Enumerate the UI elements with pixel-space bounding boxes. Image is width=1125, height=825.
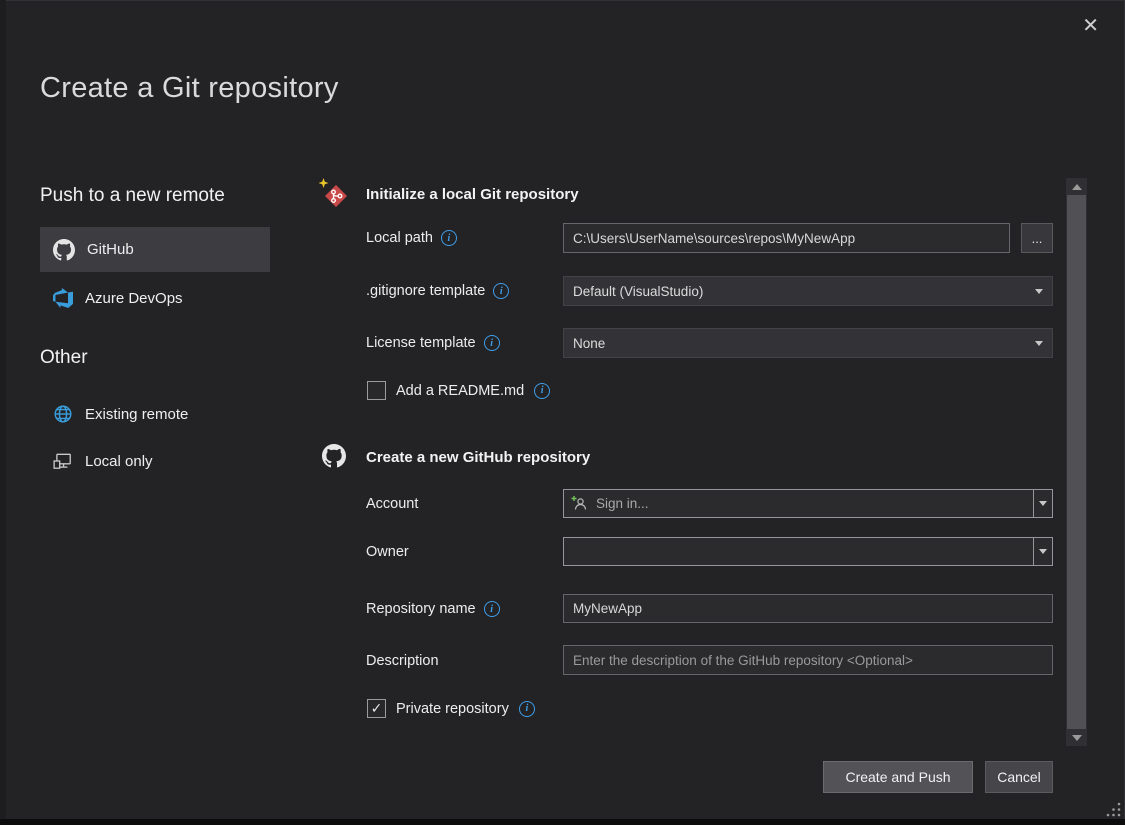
sidebar-item-label: Azure DevOps xyxy=(85,290,183,307)
account-combo[interactable]: Sign in... xyxy=(563,489,1053,518)
license-dropdown-value: None xyxy=(573,336,605,351)
sidebar-item-label: Local only xyxy=(85,453,153,470)
owner-combo-arrow[interactable] xyxy=(1033,538,1052,565)
account-combo-value: Sign in... xyxy=(596,496,649,511)
info-icon[interactable]: i xyxy=(534,383,550,399)
create-and-push-button[interactable]: Create and Push xyxy=(823,761,973,793)
private-label: Private repository xyxy=(396,701,509,717)
resize-grip[interactable] xyxy=(1106,802,1121,817)
private-checkbox-row: ✓ Private repository i xyxy=(367,699,535,718)
github-icon xyxy=(53,239,75,261)
sidebar-item-azure-devops[interactable]: Azure DevOps xyxy=(40,278,270,318)
info-icon[interactable]: i xyxy=(519,701,535,717)
gitignore-label: .gitignore template xyxy=(366,283,485,299)
private-checkbox[interactable]: ✓ xyxy=(367,699,386,718)
license-dropdown[interactable]: None xyxy=(563,328,1053,358)
create-github-repo-heading: Create a new GitHub repository xyxy=(366,449,590,466)
repository-name-label: Repository name xyxy=(366,601,476,617)
arrow-down-icon xyxy=(1072,735,1082,741)
new-repository-icon xyxy=(318,178,348,208)
gitignore-dropdown[interactable]: Default (VisualStudio) xyxy=(563,276,1053,306)
owner-combo-value-row xyxy=(564,538,1033,565)
owner-combo[interactable] xyxy=(563,537,1053,566)
account-label: Account xyxy=(366,496,418,512)
scroll-down-button[interactable] xyxy=(1066,729,1087,746)
local-path-input[interactable] xyxy=(563,223,1010,253)
globe-icon xyxy=(53,404,73,424)
chevron-down-icon xyxy=(1039,501,1047,506)
repository-name-input[interactable] xyxy=(563,594,1053,623)
info-icon[interactable]: i xyxy=(441,230,457,246)
create-git-repository-dialog: ✕ Create a Git repository Push to a new … xyxy=(0,0,1125,825)
chevron-down-icon xyxy=(1035,289,1043,294)
other-heading: Other xyxy=(40,347,88,369)
dialog-left-edge xyxy=(0,0,6,825)
readme-label: Add a README.md xyxy=(396,383,524,399)
account-combo-arrow[interactable] xyxy=(1033,490,1052,517)
arrow-up-icon xyxy=(1072,184,1082,190)
gitignore-dropdown-value: Default (VisualStudio) xyxy=(573,284,703,299)
sidebar-item-existing-remote[interactable]: Existing remote xyxy=(40,394,270,434)
description-input[interactable] xyxy=(563,645,1053,675)
repository-name-label-row: Repository name i xyxy=(366,601,500,617)
local-path-label: Local path xyxy=(366,230,433,246)
cancel-button[interactable]: Cancel xyxy=(985,761,1053,793)
owner-label-row: Owner xyxy=(366,544,409,560)
gitignore-label-row: .gitignore template i xyxy=(366,283,509,299)
description-label-row: Description xyxy=(366,653,439,669)
scrollbar-thumb[interactable] xyxy=(1067,195,1086,729)
license-label: License template xyxy=(366,335,476,351)
license-label-row: License template i xyxy=(366,335,500,351)
info-icon[interactable]: i xyxy=(493,283,509,299)
sidebar-item-label: Existing remote xyxy=(85,406,188,423)
chevron-down-icon xyxy=(1039,549,1047,554)
sidebar-item-label: GitHub xyxy=(87,241,134,258)
scrollbar-track[interactable] xyxy=(1066,178,1087,746)
push-remote-heading: Push to a new remote xyxy=(40,185,225,207)
info-icon[interactable]: i xyxy=(484,335,500,351)
account-label-row: Account xyxy=(366,496,418,512)
add-user-icon xyxy=(571,495,588,512)
computer-icon xyxy=(53,451,73,471)
account-combo-value-row: Sign in... xyxy=(564,490,1033,517)
readme-checkbox[interactable] xyxy=(367,381,386,400)
chevron-down-icon xyxy=(1035,341,1043,346)
azure-devops-icon xyxy=(53,288,73,308)
close-icon[interactable]: ✕ xyxy=(1082,16,1099,36)
browse-button[interactable]: ... xyxy=(1021,223,1053,253)
local-path-label-row: Local path i xyxy=(366,230,457,246)
description-label: Description xyxy=(366,653,439,669)
sidebar-item-github[interactable]: GitHub xyxy=(40,227,270,272)
github-icon xyxy=(322,444,346,468)
readme-checkbox-row: Add a README.md i xyxy=(367,381,550,400)
owner-label: Owner xyxy=(366,544,409,560)
dialog-title: Create a Git repository xyxy=(40,72,339,105)
initialize-local-repo-heading: Initialize a local Git repository xyxy=(366,186,579,203)
sidebar-item-local-only[interactable]: Local only xyxy=(40,441,270,481)
scroll-up-button[interactable] xyxy=(1066,178,1087,195)
info-icon[interactable]: i xyxy=(484,601,500,617)
dialog-bottom-edge xyxy=(0,819,1125,825)
